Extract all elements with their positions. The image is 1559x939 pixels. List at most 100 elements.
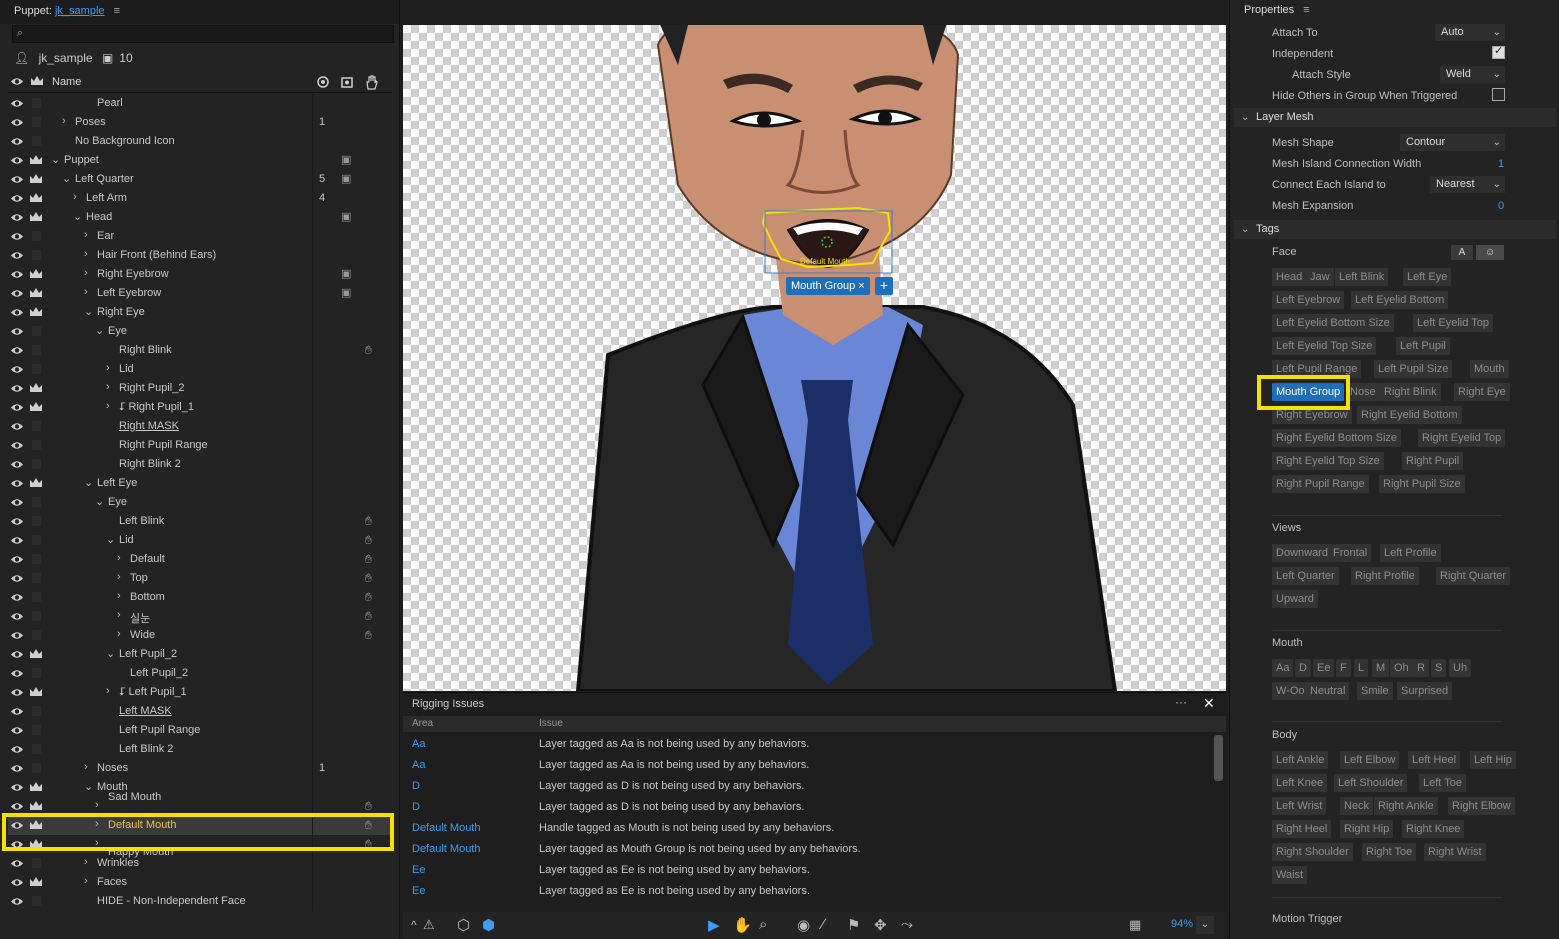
visibility-eye-icon[interactable]	[10, 686, 24, 699]
crown-icon[interactable]	[29, 306, 43, 318]
visibility-eye-icon[interactable]	[10, 135, 24, 148]
chevron-right-icon[interactable]: ›	[117, 571, 121, 583]
crown-icon[interactable]	[29, 477, 43, 489]
layer-row[interactable]: ⌄ Head ▣	[8, 208, 392, 227]
arm-box[interactable]	[32, 98, 41, 108]
layer-row[interactable]: Right Blink ✋︎	[8, 341, 392, 360]
tag-chip[interactable]: Mouth	[1470, 360, 1509, 378]
layer-row[interactable]: › ⮦ Left Pupil_1	[8, 683, 392, 702]
visibility-eye-icon[interactable]	[10, 439, 24, 452]
stick-tool-icon[interactable]: ∕	[822, 916, 825, 933]
mesh-expansion-value[interactable]: 0	[1498, 200, 1504, 212]
layer-row[interactable]: ⌄ Left Quarter 5 ▣	[8, 170, 392, 189]
tag-chip[interactable]: Left Elbow	[1340, 751, 1400, 769]
issue-column-header[interactable]: Issue	[539, 718, 563, 729]
tag-chip[interactable]: Left Eyelid Top	[1413, 314, 1493, 332]
panel-menu-icon[interactable]: ≡	[114, 5, 120, 17]
hand-icon[interactable]: ✋︎	[365, 571, 372, 586]
tag-chip[interactable]: Right Hip	[1340, 820, 1394, 838]
visibility-eye-icon[interactable]	[10, 401, 24, 414]
camera-icon[interactable]: ▣	[341, 172, 351, 185]
face-icon-toggle[interactable]: ☺	[1476, 245, 1504, 260]
layer-row[interactable]: › Lid	[8, 360, 392, 379]
arm-box[interactable]	[32, 896, 41, 906]
chevron-right-icon[interactable]: ›	[84, 286, 88, 298]
origin-tool-icon[interactable]: ◉	[797, 916, 810, 934]
visibility-eye-icon[interactable]	[10, 154, 24, 167]
crown-icon[interactable]	[29, 401, 43, 413]
visibility-eye-icon[interactable]	[10, 287, 24, 300]
tag-chip[interactable]: Right Knee	[1402, 820, 1465, 838]
crown-icon[interactable]	[29, 192, 43, 204]
layer-row[interactable]: ⌄ Left Pupil_2	[8, 645, 392, 664]
visibility-eye-icon[interactable]	[10, 458, 24, 471]
issue-row[interactable]: Ee Layer tagged as Ee is not being used b…	[403, 881, 1213, 902]
add-tag-button[interactable]: +	[875, 277, 893, 295]
arm-box[interactable]	[32, 858, 41, 868]
chevron-right-icon[interactable]: ›	[106, 400, 110, 412]
chevron-down-icon[interactable]: ⌄	[62, 172, 71, 185]
arm-box[interactable]	[32, 497, 41, 507]
crown-icon[interactable]	[29, 800, 43, 812]
issue-row[interactable]: D Layer tagged as D is not being used by …	[403, 776, 1213, 797]
visibility-eye-icon[interactable]	[10, 648, 24, 661]
tag-chip[interactable]: Right Heel	[1272, 820, 1332, 838]
arm-box[interactable]	[32, 516, 41, 526]
visibility-eye-icon[interactable]	[10, 344, 24, 357]
tag-chip[interactable]: Right Pupil Size	[1379, 475, 1465, 493]
issue-area-link[interactable]: Ee	[412, 864, 425, 876]
tag-chip[interactable]: F	[1336, 659, 1351, 677]
issue-row[interactable]: Ee Layer tagged as Ee is not being used b…	[403, 860, 1213, 881]
chevron-down-icon[interactable]: ⌄	[106, 647, 115, 660]
tag-chip[interactable]: Left Wrist	[1272, 797, 1327, 815]
arm-box[interactable]	[32, 326, 41, 336]
tag-chip[interactable]: Nose	[1346, 383, 1380, 401]
layer-row[interactable]: › Default ✋︎	[8, 550, 392, 569]
tag-chip[interactable]: D	[1295, 659, 1311, 677]
tag-chip[interactable]: Left Heel	[1408, 751, 1461, 769]
layer-row[interactable]: Left Pupil_2	[8, 664, 392, 683]
visibility-eye-icon[interactable]	[10, 591, 24, 604]
layer-row[interactable]: › Wrinkles	[8, 854, 392, 873]
layer-mesh-section[interactable]: ⌄ Layer Mesh	[1234, 108, 1556, 127]
zoom-dropdown[interactable]: ⌄	[1196, 916, 1214, 934]
visibility-eye-icon[interactable]	[10, 211, 24, 224]
arm-box[interactable]	[32, 345, 41, 355]
layer-row[interactable]: Left Blink 2	[8, 740, 392, 759]
tag-chip[interactable]: Right Shoulder	[1272, 843, 1353, 861]
visibility-eye-icon[interactable]	[10, 268, 24, 281]
layer-row[interactable]: › ⮦ Right Pupil_1	[8, 398, 392, 417]
chevron-down-icon[interactable]: ⌄	[84, 305, 93, 318]
crown-icon[interactable]	[29, 211, 43, 223]
arm-box[interactable]	[32, 706, 41, 716]
hand-icon[interactable]: ✋︎	[365, 628, 372, 643]
tag-chip[interactable]: Left Eyelid Top Size	[1272, 337, 1377, 355]
tag-chip[interactable]: Surprised	[1397, 682, 1453, 700]
arm-box[interactable]	[32, 592, 41, 602]
layer-row[interactable]: Right Blink 2	[8, 455, 392, 474]
chevron-right-icon[interactable]: ›	[117, 628, 121, 640]
scene-canvas[interactable]: Default Mouth Mouth Group × +	[403, 25, 1226, 691]
hand-icon[interactable]: ✋︎	[365, 799, 372, 814]
layer-row[interactable]: ⌄ Mouth	[8, 778, 392, 797]
tag-chip[interactable]: Ee	[1313, 659, 1335, 677]
collapse-icon[interactable]: ^	[411, 918, 417, 932]
visibility-eye-icon[interactable]	[10, 781, 24, 794]
arm-box[interactable]	[32, 744, 41, 754]
tags-section[interactable]: ⌄ Tags	[1234, 220, 1556, 239]
chevron-right-icon[interactable]: ›	[84, 761, 88, 773]
layer-row[interactable]: › Ear	[8, 227, 392, 246]
camera-icon[interactable]: ▣	[341, 267, 351, 280]
chevron-right-icon[interactable]: ›	[95, 799, 99, 811]
visibility-eye-icon[interactable]	[10, 249, 24, 262]
chevron-right-icon[interactable]: ›	[106, 381, 110, 393]
tag-chip[interactable]: Neutral	[1306, 682, 1350, 700]
issue-area-link[interactable]: Default Mouth	[412, 822, 480, 834]
layer-row[interactable]: ⌄ Lid ✋︎	[8, 531, 392, 550]
tag-chip[interactable]: Right Toe	[1362, 843, 1417, 861]
tag-chip[interactable]: Upward	[1272, 590, 1318, 608]
visibility-eye-icon[interactable]	[10, 876, 24, 889]
tag-chip[interactable]: Right Ankle	[1374, 797, 1438, 815]
crown-icon[interactable]	[29, 173, 43, 185]
issue-area-link[interactable]: Aa	[412, 759, 425, 771]
